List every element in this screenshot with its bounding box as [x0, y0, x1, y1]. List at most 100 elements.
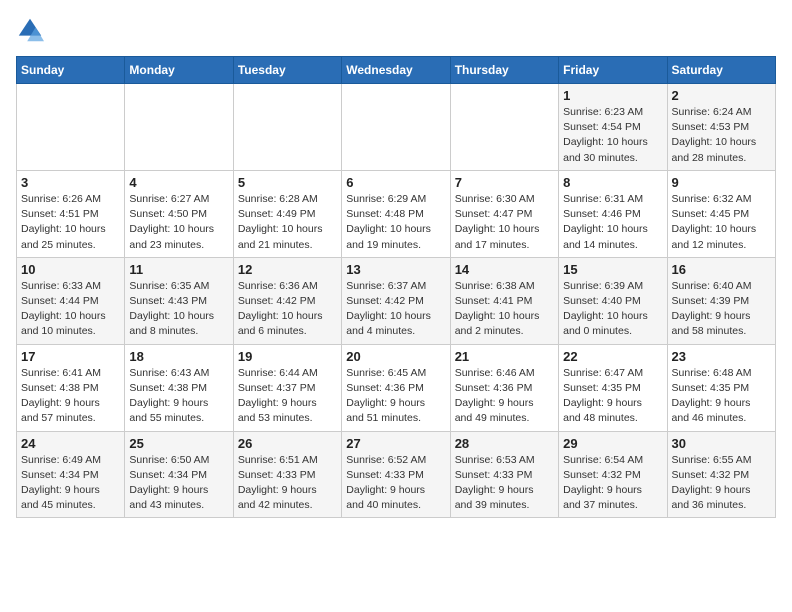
day-number: 4 [129, 175, 228, 190]
calendar-cell: 29Sunrise: 6:54 AM Sunset: 4:32 PM Dayli… [559, 431, 667, 518]
calendar-cell: 23 Sunrise: 6:48 AM Sunset: 4:35 PM Dayli… [667, 344, 775, 431]
calendar-cell [233, 84, 341, 171]
header-wednesday: Wednesday [342, 57, 450, 84]
day-number: 11 [129, 262, 228, 277]
day-number: 25 [129, 436, 228, 451]
day-info: Sunrise: 6:40 AM Sunset: 4:39 PM Dayligh… [672, 279, 771, 340]
calendar-cell: 10 Sunrise: 6:33 AM Sunset: 4:44 PM Dayli… [17, 257, 125, 344]
calendar-cell: 5 Sunrise: 6:28 AM Sunset: 4:49 PM Daylig… [233, 170, 341, 257]
day-number: 17 [21, 349, 120, 364]
day-info: Sunrise: 6:28 AM Sunset: 4:49 PM Dayligh… [238, 192, 337, 253]
calendar-cell [17, 84, 125, 171]
day-number: 7 [455, 175, 554, 190]
calendar-cell: 17 Sunrise: 6:41 AM Sunset: 4:38 PM Dayli… [17, 344, 125, 431]
day-info: Sunrise: 6:49 AM Sunset: 4:34 PM Dayligh… [21, 453, 120, 514]
day-info: Sunrise: 6:45 AM Sunset: 4:36 PM Dayligh… [346, 366, 445, 427]
day-number: 26 [238, 436, 337, 451]
calendar-cell: 15 Sunrise: 6:39 AM Sunset: 4:40 PM Dayli… [559, 257, 667, 344]
day-number: 15 [563, 262, 662, 277]
calendar-table: SundayMondayTuesdayWednesdayThursdayFrid… [16, 56, 776, 518]
day-number: 18 [129, 349, 228, 364]
day-info: Sunrise: 6:38 AM Sunset: 4:41 PM Dayligh… [455, 279, 554, 340]
day-info: Sunrise: 6:31 AM Sunset: 4:46 PM Dayligh… [563, 192, 662, 253]
calendar-week-row: 17 Sunrise: 6:41 AM Sunset: 4:38 PM Dayli… [17, 344, 776, 431]
logo [16, 16, 48, 44]
day-number: 14 [455, 262, 554, 277]
calendar-cell: 4 Sunrise: 6:27 AM Sunset: 4:50 PM Daylig… [125, 170, 233, 257]
day-number: 2 [672, 88, 771, 103]
calendar-header-row: SundayMondayTuesdayWednesdayThursdayFrid… [17, 57, 776, 84]
calendar-cell: 20 Sunrise: 6:45 AM Sunset: 4:36 PM Dayli… [342, 344, 450, 431]
day-number: 13 [346, 262, 445, 277]
calendar-cell: 30 Sunrise: 6:55 AM Sunset: 4:32 PM Dayli… [667, 431, 775, 518]
calendar-cell: 26 Sunrise: 6:51 AM Sunset: 4:33 PM Dayli… [233, 431, 341, 518]
calendar-cell: 24 Sunrise: 6:49 AM Sunset: 4:34 PM Dayli… [17, 431, 125, 518]
calendar-cell: 1 Sunrise: 6:23 AM Sunset: 4:54 PM Daylig… [559, 84, 667, 171]
day-number: 1 [563, 88, 662, 103]
calendar-cell: 28Sunrise: 6:53 AM Sunset: 4:33 PM Dayli… [450, 431, 558, 518]
calendar-cell: 2 Sunrise: 6:24 AM Sunset: 4:53 PM Daylig… [667, 84, 775, 171]
header-sunday: Sunday [17, 57, 125, 84]
calendar-cell: 8 Sunrise: 6:31 AM Sunset: 4:46 PM Daylig… [559, 170, 667, 257]
day-info: Sunrise: 6:26 AM Sunset: 4:51 PM Dayligh… [21, 192, 120, 253]
day-number: 3 [21, 175, 120, 190]
day-info: Sunrise: 6:51 AM Sunset: 4:33 PM Dayligh… [238, 453, 337, 514]
header-thursday: Thursday [450, 57, 558, 84]
calendar-cell: 16 Sunrise: 6:40 AM Sunset: 4:39 PM Dayli… [667, 257, 775, 344]
calendar-cell: 21 Sunrise: 6:46 AM Sunset: 4:36 PM Dayli… [450, 344, 558, 431]
day-number: 9 [672, 175, 771, 190]
calendar-week-row: 3 Sunrise: 6:26 AM Sunset: 4:51 PM Daylig… [17, 170, 776, 257]
day-info: Sunrise: 6:55 AM Sunset: 4:32 PM Dayligh… [672, 453, 771, 514]
day-number: 16 [672, 262, 771, 277]
day-number: 22 [563, 349, 662, 364]
calendar-cell: 25 Sunrise: 6:50 AM Sunset: 4:34 PM Dayli… [125, 431, 233, 518]
day-info: Sunrise: 6:37 AM Sunset: 4:42 PM Dayligh… [346, 279, 445, 340]
calendar-cell: 12 Sunrise: 6:36 AM Sunset: 4:42 PM Dayli… [233, 257, 341, 344]
day-info: Sunrise: 6:29 AM Sunset: 4:48 PM Dayligh… [346, 192, 445, 253]
day-number: 21 [455, 349, 554, 364]
day-info: Sunrise: 6:46 AM Sunset: 4:36 PM Dayligh… [455, 366, 554, 427]
day-number: 19 [238, 349, 337, 364]
day-info: Sunrise: 6:47 AM Sunset: 4:35 PM Dayligh… [563, 366, 662, 427]
day-info: Sunrise: 6:33 AM Sunset: 4:44 PM Dayligh… [21, 279, 120, 340]
day-number: 8 [563, 175, 662, 190]
day-info: Sunrise: 6:35 AM Sunset: 4:43 PM Dayligh… [129, 279, 228, 340]
day-info: Sunrise: 6:54 AM Sunset: 4:32 PM Dayligh… [563, 453, 662, 514]
day-number: 10 [21, 262, 120, 277]
calendar-cell: 22 Sunrise: 6:47 AM Sunset: 4:35 PM Dayli… [559, 344, 667, 431]
day-number: 27 [346, 436, 445, 451]
day-info: Sunrise: 6:53 AM Sunset: 4:33 PM Dayligh… [455, 453, 554, 514]
logo-icon [16, 16, 44, 44]
day-info: Sunrise: 6:39 AM Sunset: 4:40 PM Dayligh… [563, 279, 662, 340]
header-monday: Monday [125, 57, 233, 84]
calendar-cell: 27 Sunrise: 6:52 AM Sunset: 4:33 PM Dayli… [342, 431, 450, 518]
calendar-cell: 11 Sunrise: 6:35 AM Sunset: 4:43 PM Dayli… [125, 257, 233, 344]
day-number: 5 [238, 175, 337, 190]
day-info: Sunrise: 6:30 AM Sunset: 4:47 PM Dayligh… [455, 192, 554, 253]
day-info: Sunrise: 6:36 AM Sunset: 4:42 PM Dayligh… [238, 279, 337, 340]
calendar-cell: 9 Sunrise: 6:32 AM Sunset: 4:45 PM Daylig… [667, 170, 775, 257]
day-number: 12 [238, 262, 337, 277]
day-info: Sunrise: 6:48 AM Sunset: 4:35 PM Dayligh… [672, 366, 771, 427]
day-number: 30 [672, 436, 771, 451]
calendar-cell [342, 84, 450, 171]
day-number: 24 [21, 436, 120, 451]
calendar-week-row: 24 Sunrise: 6:49 AM Sunset: 4:34 PM Dayli… [17, 431, 776, 518]
calendar-cell: 3 Sunrise: 6:26 AM Sunset: 4:51 PM Daylig… [17, 170, 125, 257]
day-info: Sunrise: 6:32 AM Sunset: 4:45 PM Dayligh… [672, 192, 771, 253]
calendar-cell: 6Sunrise: 6:29 AM Sunset: 4:48 PM Daylig… [342, 170, 450, 257]
day-info: Sunrise: 6:24 AM Sunset: 4:53 PM Dayligh… [672, 105, 771, 166]
day-info: Sunrise: 6:41 AM Sunset: 4:38 PM Dayligh… [21, 366, 120, 427]
calendar-cell: 7 Sunrise: 6:30 AM Sunset: 4:47 PM Daylig… [450, 170, 558, 257]
page-header [16, 16, 776, 44]
day-info: Sunrise: 6:27 AM Sunset: 4:50 PM Dayligh… [129, 192, 228, 253]
calendar-cell: 18Sunrise: 6:43 AM Sunset: 4:38 PM Dayli… [125, 344, 233, 431]
day-number: 23 [672, 349, 771, 364]
calendar-cell [450, 84, 558, 171]
calendar-cell: 13 Sunrise: 6:37 AM Sunset: 4:42 PM Dayli… [342, 257, 450, 344]
day-info: Sunrise: 6:50 AM Sunset: 4:34 PM Dayligh… [129, 453, 228, 514]
calendar-cell: 19Sunrise: 6:44 AM Sunset: 4:37 PM Dayli… [233, 344, 341, 431]
day-number: 20 [346, 349, 445, 364]
day-info: Sunrise: 6:23 AM Sunset: 4:54 PM Dayligh… [563, 105, 662, 166]
day-info: Sunrise: 6:52 AM Sunset: 4:33 PM Dayligh… [346, 453, 445, 514]
